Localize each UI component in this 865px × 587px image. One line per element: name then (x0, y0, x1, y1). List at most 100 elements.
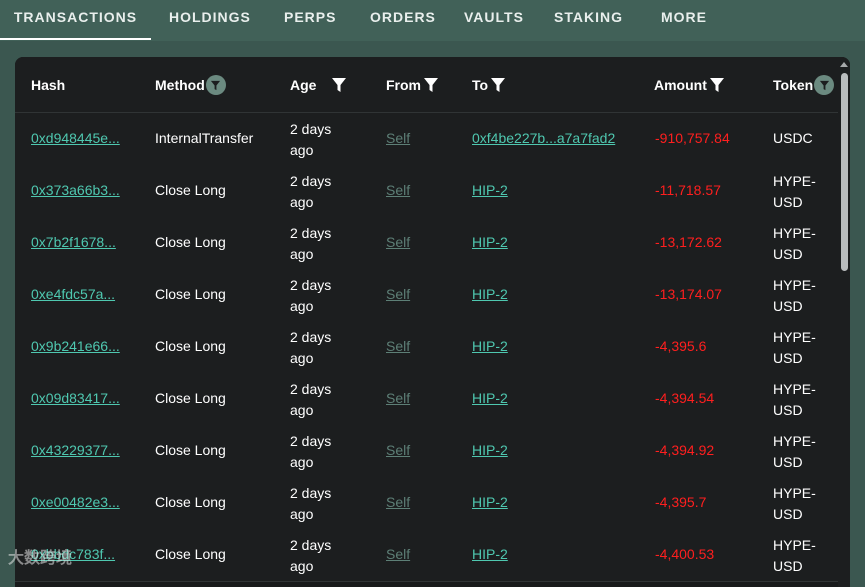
tab-perps[interactable]: PERPS (284, 0, 336, 38)
scroll-up-arrow-icon[interactable] (840, 62, 848, 67)
from-link[interactable]: Self (386, 286, 410, 302)
table-row: 0xbbdc783f... Close Long 2 days ago Self… (15, 529, 850, 582)
token-cell: HYPE-USD (773, 173, 816, 210)
table-row: 0x43229377... Close Long 2 days ago Self… (15, 425, 850, 478)
method-cell: Close Long (155, 442, 226, 458)
column-header-hash: Hash (31, 76, 65, 94)
column-header-amount: Amount (654, 76, 724, 94)
filter-icon[interactable] (332, 77, 347, 93)
table-row: 0x09d83417... Close Long 2 days ago Self… (15, 373, 850, 426)
token-cell: HYPE-USD (773, 381, 816, 418)
amount-cell: -13,174.07 (655, 286, 722, 302)
top-navigation: TRANSACTIONS HOLDINGS PERPS ORDERS VAULT… (0, 0, 865, 41)
amount-cell: -4,394.54 (655, 390, 715, 406)
filter-icon[interactable] (709, 77, 724, 93)
token-cell: HYPE-USD (773, 329, 816, 366)
column-header-method: Method (155, 75, 226, 95)
to-address-link[interactable]: 0xf4be227b...a7a7fad2 (472, 130, 615, 146)
column-header-to: To (472, 76, 506, 94)
column-header-token: Token (773, 75, 835, 95)
age-cell: 2 days ago (290, 537, 332, 574)
amount-cell: -11,718.57 (655, 182, 721, 198)
token-cell: HYPE-USD (773, 277, 816, 314)
transaction-hash-link[interactable]: 0x43229377... (31, 442, 120, 458)
table-row: 0xd948445e... InternalTransfer 2 days ag… (15, 113, 850, 166)
filter-icon[interactable] (424, 77, 438, 93)
transaction-hash-link[interactable]: 0x7b2f1678... (31, 234, 116, 250)
age-cell: 2 days ago (290, 433, 332, 470)
tab-staking[interactable]: STAKING (554, 0, 623, 38)
method-cell: Close Long (155, 546, 226, 562)
token-cell: HYPE-USD (773, 537, 816, 574)
filter-icon[interactable] (814, 75, 835, 95)
tab-orders[interactable]: ORDERS (370, 0, 436, 38)
column-header-from: From (386, 76, 438, 94)
age-cell: 2 days ago (290, 329, 332, 366)
from-link[interactable]: Self (386, 182, 410, 198)
transaction-hash-link[interactable]: 0x09d83417... (31, 390, 120, 406)
to-address-link[interactable]: HIP-2 (472, 390, 508, 406)
column-header-age: Age (290, 76, 347, 94)
tab-vaults[interactable]: VAULTS (464, 0, 524, 38)
column-label-age: Age (290, 77, 317, 93)
column-label-hash: Hash (31, 77, 66, 93)
to-address-link[interactable]: HIP-2 (472, 182, 508, 198)
tab-transactions[interactable]: TRANSACTIONS (0, 0, 151, 40)
to-address-link[interactable]: HIP-2 (472, 338, 508, 354)
table-row: 0xe00482e3... Close Long 2 days ago Self… (15, 477, 850, 530)
from-link[interactable]: Self (386, 130, 410, 146)
tab-more[interactable]: MORE (661, 0, 707, 38)
to-address-link[interactable]: HIP-2 (472, 286, 508, 302)
transaction-hash-link[interactable]: 0xd948445e... (31, 130, 120, 146)
transaction-hash-link[interactable]: 0x9b241e66... (31, 338, 120, 354)
from-link[interactable]: Self (386, 390, 410, 406)
table-row: 0xe4fdc57a... Close Long 2 days ago Self… (15, 269, 850, 322)
vertical-scrollbar-thumb[interactable] (841, 73, 848, 271)
watermark-text: 大数跨境 (8, 550, 73, 567)
column-label-token: Token (773, 77, 814, 93)
age-cell: 2 days ago (290, 173, 332, 210)
filter-icon[interactable] (491, 77, 506, 93)
to-address-link[interactable]: HIP-2 (472, 546, 508, 562)
column-label-to: To (472, 77, 489, 93)
amount-cell: -4,395.6 (655, 338, 707, 354)
to-address-link[interactable]: HIP-2 (472, 234, 508, 250)
method-cell: Close Long (155, 338, 226, 354)
amount-cell: -4,400.53 (655, 546, 715, 562)
from-link[interactable]: Self (386, 338, 410, 354)
amount-cell: -4,394.92 (655, 442, 715, 458)
age-cell: 2 days ago (290, 381, 332, 418)
age-cell: 2 days ago (290, 485, 332, 522)
method-cell: InternalTransfer (155, 130, 254, 146)
amount-cell: -4,395.7 (655, 494, 707, 510)
from-link[interactable]: Self (386, 494, 410, 510)
from-link[interactable]: Self (386, 546, 410, 562)
transaction-hash-link[interactable]: 0xe4fdc57a... (31, 286, 115, 302)
table-row: 0x9b241e66... Close Long 2 days ago Self… (15, 321, 850, 374)
token-cell: USDC (773, 130, 813, 146)
method-cell: Close Long (155, 390, 226, 406)
table-row: 0x7b2f1678... Close Long 2 days ago Self… (15, 217, 850, 270)
from-link[interactable]: Self (386, 442, 410, 458)
age-cell: 2 days ago (290, 225, 332, 262)
amount-cell: -13,172.62 (655, 234, 722, 250)
from-link[interactable]: Self (386, 234, 410, 250)
method-cell: Close Long (155, 182, 226, 198)
transaction-hash-link[interactable]: 0xe00482e3... (31, 494, 120, 510)
method-cell: Close Long (155, 494, 226, 510)
column-label-amount: Amount (654, 77, 707, 93)
to-address-link[interactable]: HIP-2 (472, 494, 508, 510)
token-cell: HYPE-USD (773, 485, 816, 522)
method-cell: Close Long (155, 286, 226, 302)
tab-holdings[interactable]: HOLDINGS (169, 0, 251, 38)
method-cell: Close Long (155, 234, 226, 250)
age-cell: 2 days ago (290, 121, 332, 158)
filter-icon[interactable] (205, 75, 226, 95)
transactions-table: Hash Method Age From To Amount Token 0xd… (15, 57, 850, 587)
column-label-from: From (386, 77, 421, 93)
amount-cell: -910,757.84 (655, 130, 730, 146)
table-header: Hash Method Age From To Amount Token (15, 57, 850, 113)
to-address-link[interactable]: HIP-2 (472, 442, 508, 458)
column-label-method: Method (155, 77, 205, 93)
transaction-hash-link[interactable]: 0x373a66b3... (31, 182, 120, 198)
